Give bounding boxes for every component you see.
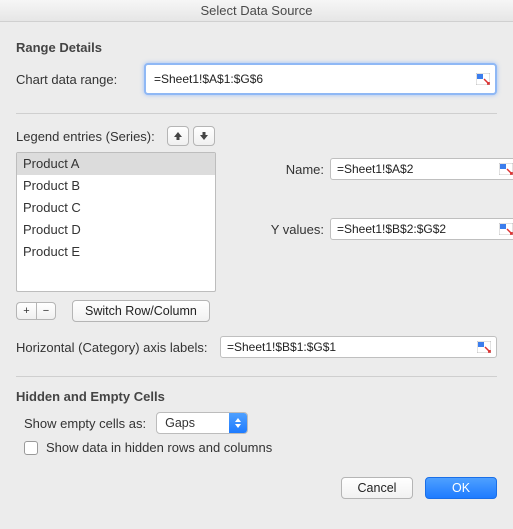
- range-details-heading: Range Details: [16, 40, 497, 55]
- horizontal-axis-input[interactable]: [223, 337, 474, 357]
- move-down-button[interactable]: [193, 126, 215, 146]
- remove-series-button[interactable]: −: [36, 302, 56, 320]
- switch-row-column-button[interactable]: Switch Row/Column: [72, 300, 210, 322]
- range-picker-icon[interactable]: [476, 340, 492, 354]
- move-up-button[interactable]: [167, 126, 189, 146]
- series-yvalues-label: Y values:: [234, 222, 330, 237]
- list-item[interactable]: Product C: [17, 197, 215, 219]
- divider: [16, 376, 497, 377]
- series-yvalues-input[interactable]: [333, 219, 496, 239]
- cancel-button[interactable]: Cancel: [341, 477, 413, 499]
- chart-data-range-label: Chart data range:: [16, 72, 144, 87]
- show-empty-cells-label: Show empty cells as:: [24, 416, 146, 431]
- series-listbox[interactable]: Product A Product B Product C Product D …: [16, 152, 216, 292]
- range-picker-icon[interactable]: [498, 222, 513, 236]
- legend-entries-label: Legend entries (Series):: [16, 129, 155, 144]
- series-name-label: Name:: [234, 162, 330, 177]
- horizontal-axis-label: Horizontal (Category) axis labels:: [16, 340, 220, 355]
- show-empty-cells-value: Gaps: [165, 416, 195, 430]
- list-item[interactable]: Product D: [17, 219, 215, 241]
- window-title: Select Data Source: [0, 0, 513, 22]
- chart-data-range-input[interactable]: [148, 67, 473, 91]
- divider: [16, 113, 497, 114]
- show-hidden-checkbox[interactable]: [24, 441, 38, 455]
- show-empty-cells-select[interactable]: Gaps: [156, 412, 248, 434]
- select-caret-icon: [229, 413, 247, 433]
- range-picker-icon[interactable]: [498, 162, 513, 176]
- list-item[interactable]: Product E: [17, 241, 215, 263]
- range-picker-icon[interactable]: [475, 72, 491, 86]
- show-hidden-label: Show data in hidden rows and columns: [46, 440, 272, 455]
- list-item[interactable]: Product B: [17, 175, 215, 197]
- list-item[interactable]: Product A: [17, 153, 215, 175]
- series-name-input[interactable]: [333, 159, 496, 179]
- ok-button[interactable]: OK: [425, 477, 497, 499]
- add-series-button[interactable]: +: [16, 302, 36, 320]
- hidden-empty-heading: Hidden and Empty Cells: [16, 389, 497, 404]
- chart-data-range-field-wrap: [144, 63, 497, 95]
